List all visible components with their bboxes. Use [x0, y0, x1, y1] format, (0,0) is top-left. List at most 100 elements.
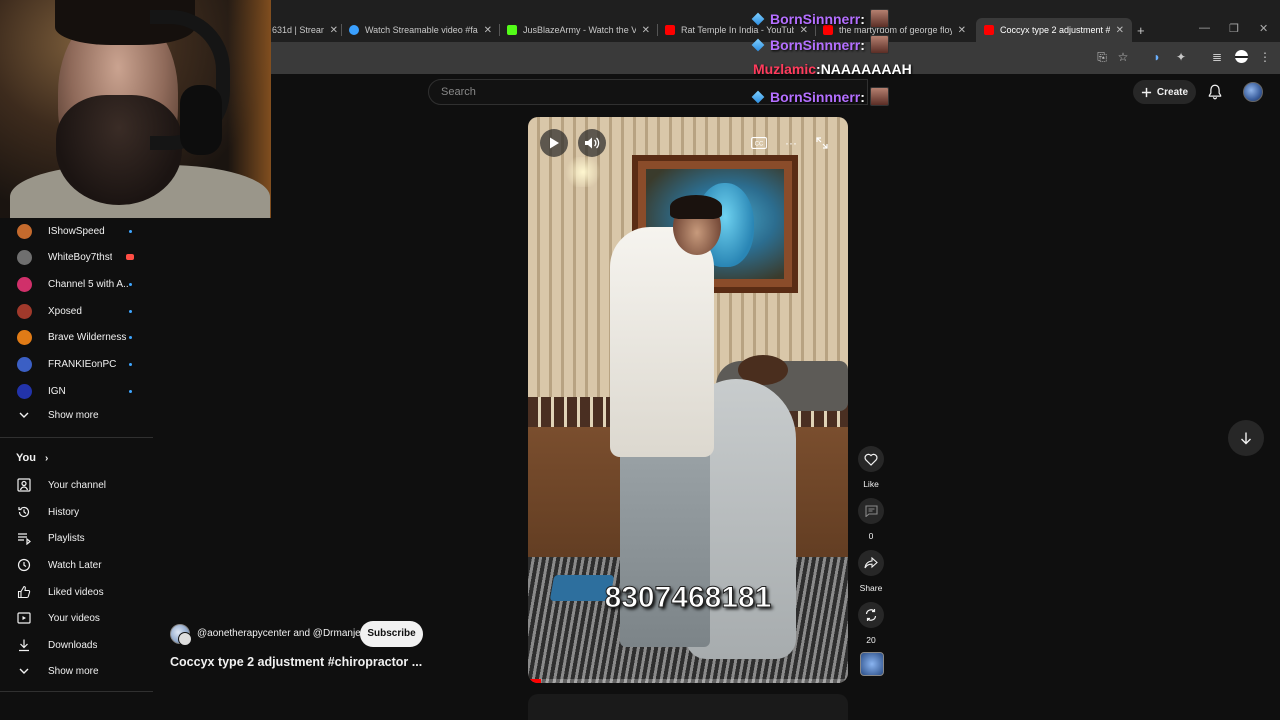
collab-avatar[interactable] — [178, 632, 192, 646]
more-options-icon[interactable]: ··· — [781, 135, 801, 151]
chat-emote-icon — [869, 87, 889, 106]
video-scene-person — [610, 227, 714, 457]
sidebar-item-history[interactable]: History — [0, 499, 153, 525]
streamable-favicon-icon — [349, 25, 359, 35]
sidebar-item-playlists[interactable]: Playlists — [0, 525, 153, 551]
you-section-header[interactable]: You › — [16, 452, 48, 464]
captions-icon: CC — [751, 137, 767, 149]
sidebar-item-subscription[interactable]: Brave Wilderness — [0, 324, 153, 350]
browser-tab[interactable]: 631d | Stream ✕ — [272, 18, 338, 42]
captions-button[interactable]: CC — [748, 135, 770, 151]
channel-avatar — [16, 329, 32, 345]
chevron-down-icon — [19, 668, 29, 674]
install-app-icon[interactable]: ⎘ — [1095, 50, 1109, 64]
sidebar-item-subscription[interactable]: IGN — [0, 378, 153, 404]
close-tab-icon[interactable]: ✕ — [1116, 25, 1124, 36]
sidebar-item-label: IShowSpeed — [48, 225, 105, 237]
sidebar-item-your-videos[interactable]: Your videos — [0, 605, 153, 631]
thumbs-up-icon — [17, 585, 31, 599]
plus-icon — [1141, 87, 1152, 97]
tab-title: JusBlazeArmy - Watch the VOD — [523, 25, 636, 35]
sidebar-item-label: Your videos — [48, 612, 100, 624]
share-button[interactable] — [858, 550, 884, 576]
reading-list-icon[interactable]: ≣ — [1210, 50, 1224, 64]
profile-avatar-icon[interactable] — [1234, 50, 1248, 64]
chat-username: BornSinnnerr — [770, 88, 861, 105]
arrow-down-icon — [1241, 432, 1251, 445]
close-tab-icon[interactable]: ✕ — [330, 25, 338, 36]
live-dot — [129, 362, 132, 366]
show-more-label: Show more — [48, 409, 99, 421]
comments-button[interactable] — [858, 498, 884, 524]
chat-separator: : — [860, 88, 865, 105]
close-tab-icon[interactable]: ✕ — [642, 25, 650, 36]
minimize-icon[interactable]: — — [1199, 22, 1210, 34]
show-more-button[interactable]: Show more — [0, 658, 153, 684]
channel-avatar — [16, 303, 32, 319]
subscriber-badge-icon — [751, 90, 765, 103]
sidebar-item-subscription[interactable]: FRANKIEonPC — [0, 351, 153, 377]
video-channel-names[interactable]: @aonetherapycenter and @Drmanjeet — [197, 628, 369, 639]
video-title[interactable]: Coccyx type 2 adjustment #chiropractor .… — [170, 655, 422, 669]
share-label: Share — [859, 583, 883, 593]
chat-separator: : — [860, 10, 865, 27]
history-icon — [18, 506, 30, 518]
like-button[interactable] — [858, 446, 884, 472]
create-button[interactable]: Create — [1133, 80, 1196, 104]
sidebar-item-downloads[interactable]: Downloads — [0, 632, 153, 658]
account-avatar[interactable] — [1243, 82, 1263, 102]
sidebar-item-subscription[interactable]: Xposed — [0, 298, 153, 324]
sidebar-item-liked-videos[interactable]: Liked videos — [0, 579, 153, 605]
webcam-headset-cup — [180, 85, 222, 155]
video-progress-fill — [528, 679, 541, 683]
chat-username: Muzlamic — [753, 61, 817, 77]
browser-menu-icon[interactable]: ⋮ — [1258, 50, 1272, 64]
close-tab-icon[interactable]: ✕ — [484, 25, 492, 36]
play-icon — [550, 137, 559, 149]
play-button[interactable] — [540, 129, 568, 157]
live-indicator-icon — [126, 254, 134, 260]
browser-tab[interactable]: JusBlazeArmy - Watch the VOD ✕ — [507, 18, 650, 42]
browser-tab[interactable]: Watch Streamable video #fa6n ✕ — [349, 18, 492, 42]
bookmark-star-icon[interactable]: ☆ — [1116, 50, 1130, 64]
like-label: Like — [863, 479, 879, 489]
next-video-button[interactable] — [1228, 420, 1264, 456]
browser-tab-active[interactable]: Coccyx type 2 adjustment #chi ✕ — [976, 18, 1132, 42]
puzzle-extensions-icon[interactable]: ✦ — [1174, 50, 1188, 64]
sidebar-item-label: IGN — [48, 385, 66, 397]
subscribe-button[interactable]: Subscribe — [360, 621, 423, 647]
shorts-video-player[interactable]: 8307468181 CC ··· — [528, 117, 848, 683]
show-more-button[interactable]: Show more — [0, 402, 153, 428]
volume-button[interactable] — [578, 129, 606, 157]
sidebar-item-label: Your channel — [48, 479, 107, 491]
sidebar-item-subscription[interactable]: IShowSpeed — [0, 218, 153, 244]
chat-text: NAAAAAAAH — [820, 61, 912, 77]
video-progress-bar[interactable] — [528, 679, 848, 683]
clock-icon — [17, 558, 31, 572]
remix-icon — [865, 609, 877, 621]
sidebar-item-subscription[interactable]: WhiteBoy7thst — [0, 244, 153, 270]
sidebar-divider — [0, 437, 153, 438]
tab-title: Coccyx type 2 adjustment #chi — [1000, 25, 1110, 35]
sound-channel-thumbnail[interactable] — [860, 652, 884, 676]
tab-separator — [499, 24, 500, 36]
close-tab-icon[interactable]: ✕ — [958, 25, 966, 36]
sidebar-item-your-channel[interactable]: Your channel — [0, 472, 153, 498]
maximize-icon[interactable]: ❐ — [1229, 22, 1239, 35]
tab-separator — [341, 24, 342, 36]
close-window-icon[interactable]: ✕ — [1259, 22, 1268, 35]
sidebar-item-label: Brave Wilderness — [48, 331, 127, 343]
remix-button[interactable] — [858, 602, 884, 628]
sidebar-item-watch-later[interactable]: Watch Later — [0, 552, 153, 578]
new-tab-button[interactable]: + — [1137, 18, 1151, 42]
tab-title: 631d | Stream — [272, 25, 324, 35]
chevron-right-icon: › — [45, 453, 49, 464]
sidebar-item-subscription[interactable]: Channel 5 with A... — [0, 271, 153, 297]
video-scene-person — [620, 447, 710, 647]
video-icon — [17, 612, 31, 624]
comment-icon — [864, 505, 878, 517]
fullscreen-button[interactable] — [814, 135, 830, 151]
remix-count: 20 — [866, 635, 876, 645]
notifications-bell-icon[interactable] — [1206, 83, 1224, 101]
extension-icon[interactable]: ◗ — [1150, 50, 1164, 64]
